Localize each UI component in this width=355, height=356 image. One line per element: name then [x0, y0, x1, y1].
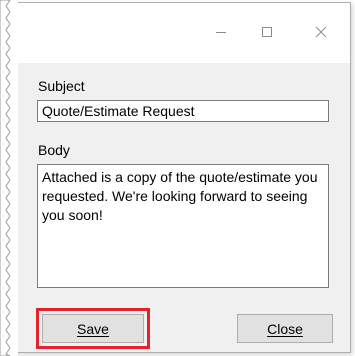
subject-label: Subject	[38, 78, 85, 94]
close-button[interactable]: Close	[237, 314, 333, 343]
email-template-dialog: Subject Quote/Estimate Request Body Atta…	[8, 2, 351, 353]
close-window-button[interactable]	[298, 17, 344, 47]
minimize-icon	[216, 32, 226, 33]
body-label: Body	[38, 142, 70, 158]
title-bar	[8, 3, 350, 63]
body-textarea[interactable]: Attached is a copy of the quote/estimate…	[37, 164, 329, 288]
maximize-button[interactable]	[244, 17, 290, 47]
minimize-button[interactable]	[198, 17, 244, 47]
close-icon	[315, 26, 327, 38]
save-button-label: Save	[77, 320, 109, 337]
save-button[interactable]: Save	[36, 308, 150, 349]
maximize-icon	[262, 27, 272, 37]
subject-input[interactable]: Quote/Estimate Request	[37, 100, 329, 122]
close-button-label: Close	[267, 320, 303, 337]
torn-edge	[0, 0, 18, 356]
